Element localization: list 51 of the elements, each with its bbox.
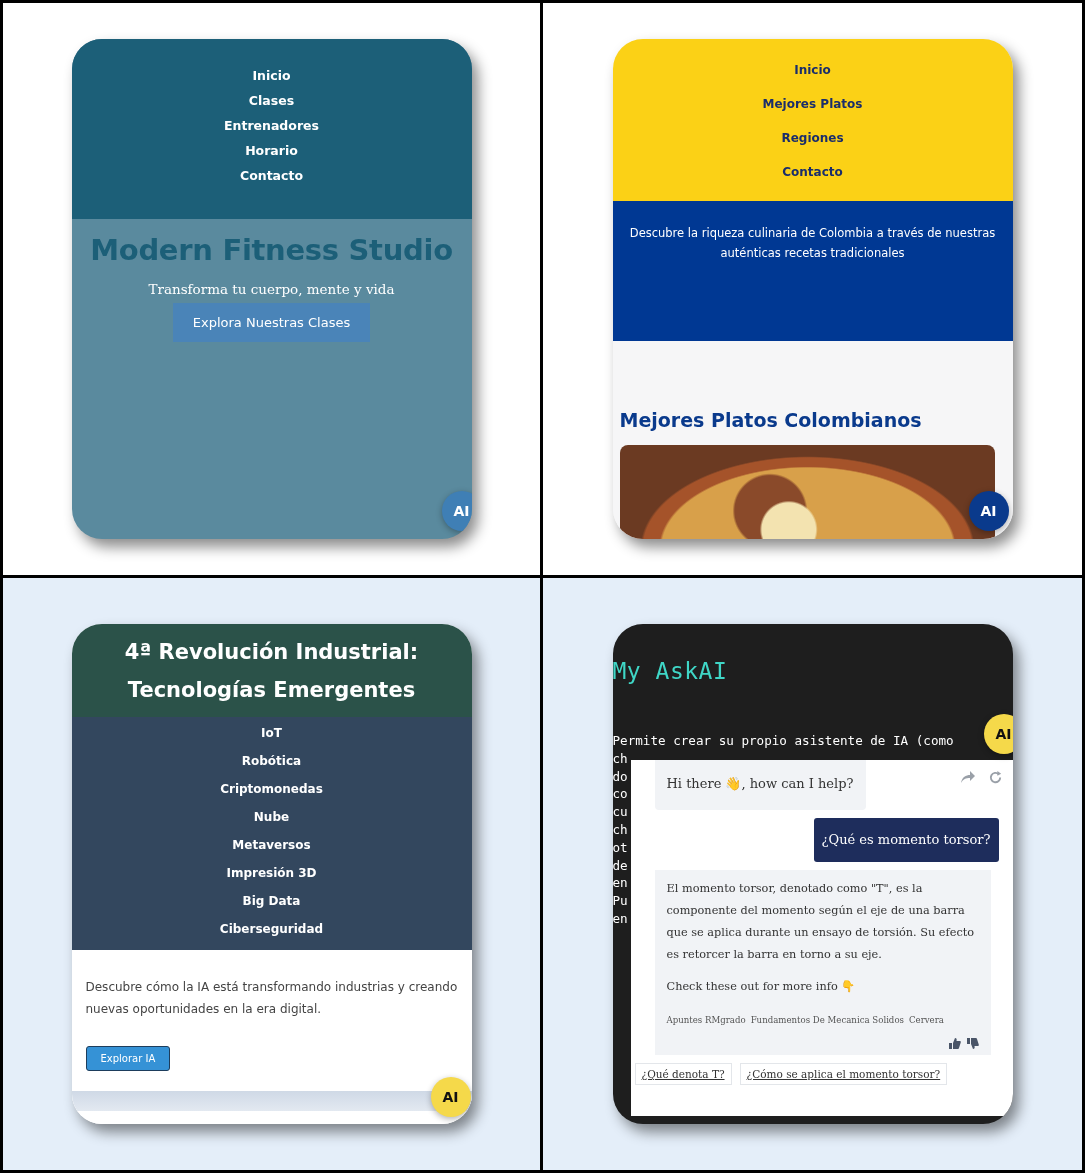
description-text: en xyxy=(612,909,628,928)
nav-link[interactable]: Regiones xyxy=(781,129,844,147)
source-link[interactable]: Cervera xyxy=(908,1008,944,1032)
description-text: en xyxy=(612,874,628,893)
nav-link[interactable]: Contacto xyxy=(239,167,303,185)
description-text: ot xyxy=(612,838,628,857)
description-text: co xyxy=(612,785,628,804)
hero-subtitle: Transforma tu cuerpo, mente y vida xyxy=(148,281,395,297)
nav-link[interactable]: Mejores Platos xyxy=(762,95,863,113)
description-text: de xyxy=(612,856,628,875)
description-text: do xyxy=(612,767,628,786)
section-heading: Mejores Platos Colombianos xyxy=(619,409,923,431)
share-icon[interactable] xyxy=(959,770,976,784)
ai-button[interactable]: AI xyxy=(441,491,472,531)
nav-link[interactable]: Ciberseguridad xyxy=(219,920,324,938)
more-info-text: Check these out for more info 👇 xyxy=(666,979,857,995)
thumbs-down-icon[interactable] xyxy=(966,1038,979,1049)
nav-link[interactable]: Nube xyxy=(253,808,290,826)
description-text: ch xyxy=(612,749,628,768)
nav-link[interactable]: Impresión 3D xyxy=(226,864,317,882)
hero-title: Modern Fitness Studio xyxy=(90,233,453,267)
page-title: 4ª Revolución Industrial: Tecnologías Emergentes xyxy=(123,638,420,704)
intro-text: Descubre cómo la IA está transformando industrias y creando nuevas oportunidades en la era digital. xyxy=(85,979,458,1018)
nav-link[interactable]: Metaversos xyxy=(232,836,311,854)
user-message: ¿Qué es momento torsor? xyxy=(813,818,999,862)
source-link[interactable]: Fundamentos De Mecanica Solidos xyxy=(750,1008,904,1032)
nav-link[interactable]: Horario xyxy=(245,142,298,160)
answer-text: El momento torsor, denotado como "T", es la componente del momento según el eje de una barra que se aplica durante un ensayo de torsión. Su efecto es retorcer la barra en torno a su eje. xyxy=(666,881,976,963)
intro-text: Descubre la riqueza culinaria de Colombia a través de nuestras auténticas recetas tradicionales xyxy=(628,225,997,262)
description-text: Permite crear su propio asistente de IA (como xyxy=(612,732,954,750)
nav-link[interactable]: Contacto xyxy=(782,163,843,181)
ai-button[interactable]: AI xyxy=(983,714,1013,754)
nav-link[interactable]: Clases xyxy=(248,92,295,110)
nav-link[interactable]: Criptomonedas xyxy=(220,780,323,798)
nav-link[interactable]: IoT xyxy=(261,724,282,742)
thumbs-up-icon[interactable] xyxy=(948,1038,961,1049)
suggestion-chip[interactable]: ¿Cómo se aplica el momento torsor? xyxy=(739,1063,948,1085)
refresh-icon[interactable] xyxy=(987,770,1003,785)
nav-link[interactable]: Inicio xyxy=(252,67,291,85)
description-text: Pu xyxy=(612,892,628,910)
suggestion-chip[interactable]: ¿Qué denota T? xyxy=(634,1063,732,1085)
cta-button[interactable]: Explora Nuestras Clases xyxy=(172,303,371,342)
nav-link[interactable]: Big Data xyxy=(242,892,301,910)
source-link[interactable]: Apuntes RMgrado xyxy=(666,1008,746,1032)
nav-link[interactable]: Inicio xyxy=(794,61,831,79)
description-text: cu xyxy=(612,803,628,821)
bot-message: Hi there 👋, how can I help? xyxy=(654,760,866,810)
nav-link[interactable]: Robótica xyxy=(241,752,302,770)
description-text: ch xyxy=(612,821,628,839)
page-title: My AskAI xyxy=(612,658,729,684)
nav-link[interactable]: Entrenadores xyxy=(224,117,319,135)
